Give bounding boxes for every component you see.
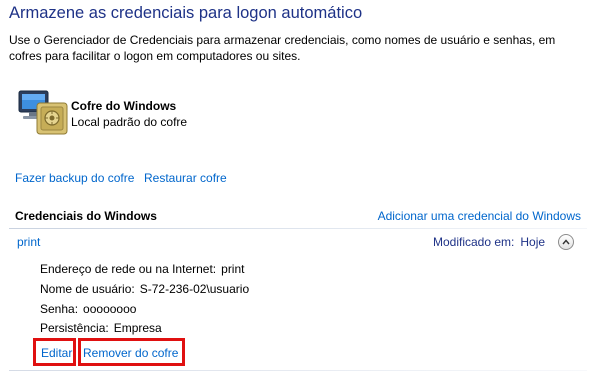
address-value: print xyxy=(221,262,245,276)
vault-name: Cofre do Windows xyxy=(71,99,177,113)
persistence-label: Persistência: xyxy=(40,321,109,335)
edit-credential-link[interactable]: Editar xyxy=(41,346,72,360)
page-description: Use o Gerenciador de Credenciais para ar… xyxy=(9,33,556,63)
remove-from-vault-link[interactable]: Remover do cofre xyxy=(83,346,178,360)
credential-modified: Modificado em: Hoje xyxy=(433,235,545,249)
restore-vault-link[interactable]: Restaurar cofre xyxy=(144,171,227,185)
modified-value: Hoje xyxy=(520,235,546,249)
page-title: Armazene as credenciais para logon autom… xyxy=(9,4,363,22)
chevron-up-icon xyxy=(562,239,570,245)
backup-vault-link[interactable]: Fazer backup do cofre xyxy=(15,171,134,185)
credential-persistence-row: Persistência: Empresa xyxy=(40,321,162,335)
modified-label: Modificado em: xyxy=(433,235,515,249)
vault-subtitle: Local padrão do cofre xyxy=(71,115,188,129)
username-value: S-72-236-02\usuario xyxy=(139,282,250,296)
windows-credentials-heading: Credenciais do Windows xyxy=(15,209,157,223)
collapse-credential-button[interactable] xyxy=(558,234,574,250)
password-value: oooooooo xyxy=(83,302,137,316)
credential-entry-name[interactable]: print xyxy=(17,235,40,249)
password-label: Senha: xyxy=(40,302,79,316)
vault-icon xyxy=(18,90,68,135)
credential-username-row: Nome de usuário: S-72-236-02\usuario xyxy=(40,282,249,296)
credential-password-row: Senha: oooooooo xyxy=(40,302,136,316)
persistence-value: Empresa xyxy=(113,321,162,335)
credential-address-row: Endereço de rede ou na Internet: print xyxy=(40,262,244,276)
address-label: Endereço de rede ou na Internet: xyxy=(40,262,217,276)
bottom-divider xyxy=(9,370,587,371)
username-label: Nome de usuário: xyxy=(40,282,135,296)
add-windows-credential-link[interactable]: Adicionar uma credencial do Windows xyxy=(378,209,581,223)
section-divider xyxy=(9,228,587,229)
